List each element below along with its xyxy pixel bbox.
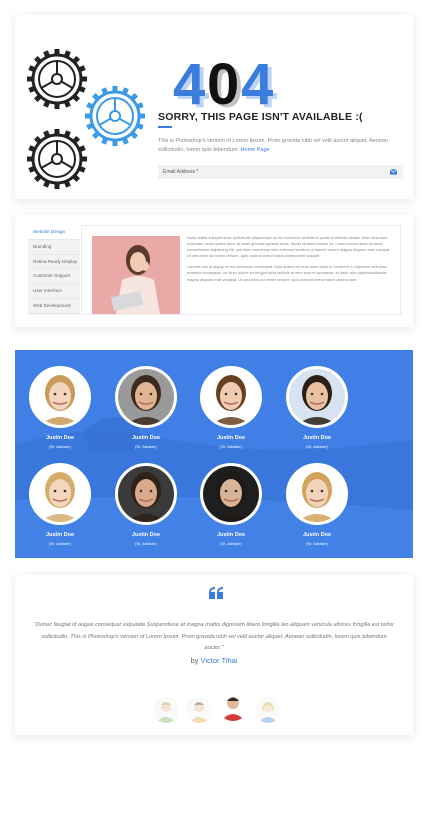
avatar: [115, 463, 177, 525]
member-name: Justin Doe: [131, 435, 161, 441]
member-role: (Sr. Adviser): [220, 444, 242, 449]
error-404-card: 4 4 0 0 4 4 404 SORRY, THIS PAGE ISN'T A…: [15, 15, 413, 199]
member-name: Justin Doe: [45, 532, 75, 538]
testimonial-author: Victor Tihai: [200, 656, 238, 665]
member-name: Justin Doe: [45, 435, 75, 441]
member-name: Justin Doe: [302, 532, 332, 538]
gear-icon: [27, 129, 87, 189]
team-member[interactable]: Justin Doe (Sr. Adviser): [106, 366, 186, 449]
tab-website-design[interactable]: Website Design: [28, 225, 80, 240]
team-member[interactable]: Justin Doe (Sr. Adviser): [106, 463, 186, 546]
avatar: [286, 463, 348, 525]
tab-branding[interactable]: Branding: [28, 240, 80, 255]
tab-panel: Nulla mattis volutpat dolor sollicitudin…: [81, 225, 401, 315]
testimonial-avatar-4[interactable]: [255, 697, 281, 723]
error-heading: SORRY, THIS PAGE ISN'T AVAILABLE :(: [158, 111, 363, 123]
member-role: (Sr. Adviser): [306, 444, 328, 449]
email-field[interactable]: Email Address *: [158, 165, 403, 179]
error-code-digit-2: 0: [207, 52, 239, 117]
tab-customer-support[interactable]: Customer Support: [28, 269, 80, 285]
tab-user-interface[interactable]: User Interface: [28, 284, 80, 299]
testimonial-byline: by Victor Tihai: [190, 656, 238, 665]
error-code-digit-1: 4: [173, 52, 205, 117]
tab-paragraph-1: Nulla mattis volutpat dolor sollicitudin…: [187, 235, 391, 259]
gears-illustration: [27, 49, 145, 189]
team-member[interactable]: Justin Doe (Sr. Adviser): [191, 366, 271, 449]
home-page-link[interactable]: Home Page: [241, 147, 270, 153]
tab-panel-text: Nulla mattis volutpat dolor sollicitudin…: [187, 235, 395, 283]
testimonial-avatar-1[interactable]: [153, 697, 179, 723]
team-section: Justin Doe (Sr. Adviser) Justin Doe (Sr. Ad…: [15, 350, 413, 558]
quote-icon: [209, 587, 223, 599]
member-name: Justin Doe: [302, 435, 332, 441]
testimonial-avatar-2[interactable]: [186, 697, 212, 723]
avatar: [29, 463, 91, 525]
tab-web-development[interactable]: Web Development: [28, 299, 80, 314]
team-member[interactable]: Justin Doe (Sr. Adviser): [277, 463, 357, 546]
member-role: (Sr. Adviser): [220, 541, 242, 546]
error-code-graphic: 4 4 0 0 4 4: [173, 52, 277, 119]
tab-retina-ready-display[interactable]: Retina Ready Display: [28, 255, 80, 270]
team-member[interactable]: Justin Doe (Sr. Adviser): [191, 463, 271, 546]
member-role: (Sr. Adviser): [135, 541, 157, 546]
team-member[interactable]: Justin Doe (Sr. Adviser): [20, 463, 100, 546]
avatar: [200, 366, 262, 428]
gear-blue-icon: [85, 86, 145, 146]
tabs-card: Website Design Branding Retina Ready Dis…: [15, 215, 413, 327]
heading-underline: [158, 126, 172, 128]
gear-icon: [27, 49, 87, 109]
member-name: Justin Doe: [131, 532, 161, 538]
avatar: [29, 366, 91, 428]
team-member[interactable]: Justin Doe (Sr. Adviser): [20, 366, 100, 449]
member-name: Justin Doe: [216, 435, 246, 441]
avatar: [286, 366, 348, 428]
tab-paragraph-2: Lobortis nisl ut aliquip ex ea commodo c…: [187, 264, 388, 282]
member-name: Justin Doe: [216, 532, 246, 538]
member-role: (Sr. Adviser): [49, 541, 71, 546]
testimonial-card: "Donec feugiat id augue consequat vulput…: [15, 575, 413, 735]
tab-list: Website Design Branding Retina Ready Dis…: [28, 225, 80, 315]
avatar: [200, 463, 262, 525]
error-code-digit-3: 4: [241, 52, 273, 117]
woman-with-laptop-photo: [92, 236, 180, 314]
testimonial-avatar-3[interactable]: [218, 691, 248, 721]
member-role: (Sr. Adviser): [135, 444, 157, 449]
testimonial-quote: "Donec feugiat id augue consequat vulput…: [34, 622, 394, 651]
member-role: (Sr. Adviser): [49, 444, 71, 449]
error-description: This is Photoshop's version of Lorem Ips…: [158, 138, 389, 153]
envelope-icon[interactable]: [390, 169, 397, 175]
team-member[interactable]: Justin Doe (Sr. Adviser): [277, 366, 357, 449]
member-role: (Sr. Adviser): [306, 541, 328, 546]
avatar: [115, 366, 177, 428]
